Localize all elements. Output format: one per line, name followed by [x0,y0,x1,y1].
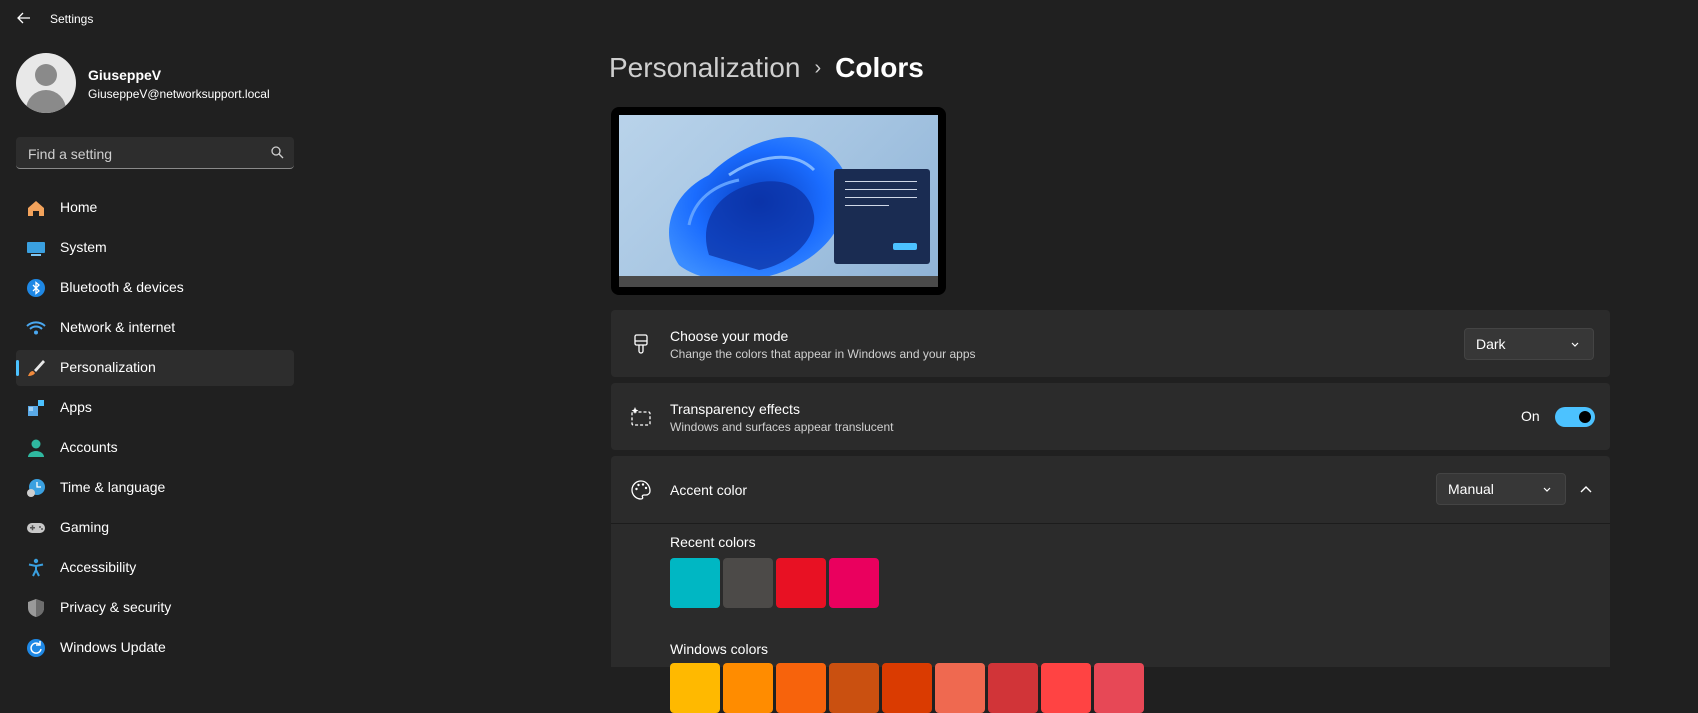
accent-color-card: Accent color Manual Recent colors Window… [611,456,1610,713]
sidebar-item-system[interactable]: System [16,230,294,266]
chevron-up-icon[interactable] [1574,478,1598,502]
bluetooth-icon [26,278,46,298]
sidebar-item-home[interactable]: Home [16,190,294,226]
preview-screen [619,115,938,287]
windows-color-swatch[interactable] [670,663,720,713]
recent-color-swatch[interactable] [670,558,720,608]
transparency-icon [629,405,653,429]
transparency-state-label: On [1521,408,1540,424]
time-language-icon [26,478,46,498]
accent-title: Accent color [670,482,748,498]
sidebar-item-apps[interactable]: Apps [16,390,294,426]
transparency-title: Transparency effects [670,401,800,417]
sidebar-item-network[interactable]: Network & internet [16,310,294,346]
accessibility-icon [26,558,46,578]
recent-color-swatch[interactable] [776,558,826,608]
windows-color-swatch[interactable] [723,663,773,713]
transparency-toggle[interactable] [1555,407,1595,427]
system-icon [26,238,46,258]
recent-color-swatch[interactable] [723,558,773,608]
shield-icon [26,598,46,618]
sidebar-item-accessibility[interactable]: Accessibility [16,550,294,586]
user-name: GiuseppeV [88,67,162,83]
page-title: Colors [835,52,924,83]
mode-title: Choose your mode [670,328,789,344]
update-icon [26,638,46,658]
windows-color-swatch[interactable] [1094,663,1144,713]
choose-mode-card: Choose your mode Change the colors that … [611,310,1610,377]
windows-color-swatch[interactable] [829,663,879,713]
search-input[interactable] [26,143,260,165]
sidebar-item-time-language[interactable]: Time & language [16,470,294,506]
sidebar: GiuseppeV GiuseppeV@networksupport.local… [0,40,300,667]
sidebar-item-gaming[interactable]: Gaming [16,510,294,546]
accent-dropdown[interactable]: Manual [1436,473,1566,505]
search-box[interactable] [16,137,294,169]
chevron-down-icon [1569,337,1581,355]
recent-colors-label: Recent colors [670,534,756,550]
sidebar-item-windows-update[interactable]: Windows Update [16,630,294,666]
breadcrumb-parent[interactable]: Personalization [609,52,800,83]
windows-color-swatch[interactable] [935,663,985,713]
nav-list: Home System Bluetooth & devices Network … [16,190,294,670]
chevron-down-icon [1541,482,1553,500]
accent-value: Manual [1448,481,1494,497]
theme-preview [611,107,946,295]
windows-colors-label: Windows colors [670,641,769,657]
mode-value: Dark [1476,336,1506,352]
transparency-card: Transparency effects Windows and surface… [611,383,1610,450]
paint-brush-icon [629,332,653,356]
windows-color-swatch[interactable] [1041,663,1091,713]
gamepad-icon [26,518,46,538]
palette-icon [629,478,653,502]
chevron-right-icon: › [814,57,822,79]
recent-color-swatch[interactable] [829,558,879,608]
home-icon [26,198,46,218]
sidebar-item-privacy-security[interactable]: Privacy & security [16,590,294,626]
windows-color-swatch[interactable] [882,663,932,713]
accounts-icon [26,438,46,458]
title-bar: Settings [0,0,1698,40]
transparency-description: Windows and surfaces appear translucent [670,420,894,434]
search-icon[interactable] [270,145,284,164]
preview-window [834,169,930,264]
windows-color-swatch[interactable] [988,663,1038,713]
mode-description: Change the colors that appear in Windows… [670,347,976,361]
preview-taskbar [619,276,938,287]
back-arrow-icon[interactable] [14,10,34,30]
user-email: GiuseppeV@networksupport.local [88,87,270,101]
brush-icon [26,358,46,378]
wifi-icon [26,318,46,338]
apps-icon [26,398,46,418]
breadcrumb: Personalization › Colors [609,52,924,84]
sidebar-item-bluetooth[interactable]: Bluetooth & devices [16,270,294,306]
mode-dropdown[interactable]: Dark [1464,328,1594,360]
sidebar-item-personalization[interactable]: Personalization [16,350,294,386]
avatar[interactable] [16,53,76,113]
windows-color-swatch[interactable] [776,663,826,713]
sidebar-item-accounts[interactable]: Accounts [16,430,294,466]
app-title: Settings [50,12,94,26]
